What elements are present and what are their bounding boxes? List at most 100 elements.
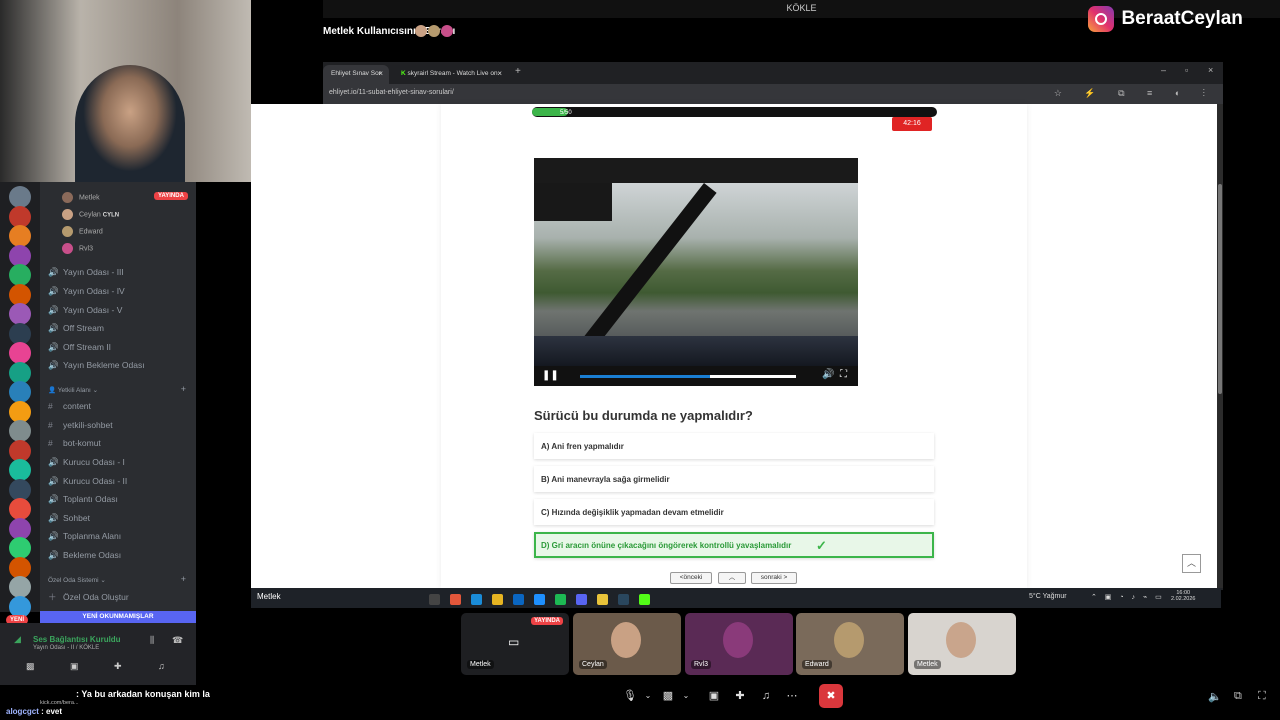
noise-suppression-icon[interactable]: ⫼ — [150, 635, 154, 646]
channel-yayin-odasi-iii[interactable]: 🔊 Yayın Odası - III — [48, 267, 124, 278]
tab-ehliyet[interactable]: Ehliyet Sınav Sor × — [323, 65, 389, 84]
server-icon[interactable] — [9, 186, 31, 208]
participant-tile-edward[interactable]: Edward — [796, 613, 904, 675]
store-icon[interactable] — [513, 594, 524, 605]
volume-icon[interactable]: 🔈 — [1208, 690, 1222, 703]
address-bar[interactable]: ehliyet.io/11-subat-ehliyet-sinav-sorula… — [323, 84, 1223, 104]
next-button[interactable]: sonraki > — [751, 572, 797, 584]
channel-bekleme[interactable]: 🔊 Bekleme Odası — [48, 550, 121, 561]
connection-status[interactable]: Ses Bağlantısı Kuruldu — [33, 635, 121, 644]
pause-icon[interactable]: ❚❚ — [542, 370, 559, 381]
participant-tile-ceylan[interactable]: Ceylan — [573, 613, 681, 675]
channel-kurucu-ii[interactable]: 🔊 Kurucu Odası - II — [48, 476, 127, 487]
channel-yayin-odasi-v[interactable]: 🔊 Yayın Odası - V — [48, 305, 122, 316]
server-icon[interactable] — [9, 420, 31, 442]
channel-yayin-bekleme[interactable]: 🔊 Yayın Bekleme Odası — [48, 360, 145, 371]
channel-off-stream-ii[interactable]: 🔊 Off Stream II — [48, 342, 111, 353]
scroll-to-top-button[interactable]: ︿ — [1182, 554, 1201, 573]
prev-button[interactable]: <önceki — [670, 572, 712, 584]
chevron-down-icon[interactable]: ⌄ — [674, 684, 698, 708]
scrollbar[interactable] — [1217, 104, 1223, 588]
clock[interactable]: 16:00 2.02.2026 — [1171, 590, 1195, 602]
maximize-icon[interactable]: ▫ — [1185, 65, 1188, 75]
screen-share-icon[interactable]: ▣ — [702, 684, 726, 708]
add-channel-icon[interactable]: + — [181, 384, 186, 394]
edge-icon[interactable] — [471, 594, 482, 605]
camera-off-icon[interactable]: ▩ — [26, 661, 35, 672]
popout-icon[interactable]: ⧉ — [1234, 690, 1242, 703]
kick-icon[interactable] — [639, 594, 650, 605]
fullscreen-icon[interactable]: ⛶ — [1258, 690, 1266, 703]
voice-user-edward[interactable]: Edward — [62, 226, 103, 237]
server-icon[interactable] — [9, 303, 31, 325]
channel-toplanti[interactable]: 🔊 Toplantı Odası — [48, 494, 118, 505]
question-video[interactable]: ❚❚ 🔊 ⛶ — [534, 158, 858, 386]
toolbar-icons[interactable]: ☆ ⚡ ⧉ ≡ ◐ ⋮ — [1054, 88, 1215, 99]
activities-icon[interactable]: ✚ — [114, 661, 122, 672]
participant-tile-rvl3[interactable]: Rvl3 — [685, 613, 793, 675]
participant-name: Ceylan — [579, 660, 607, 669]
server-icon[interactable] — [9, 576, 31, 598]
server-icon[interactable] — [9, 264, 31, 286]
server-icon[interactable] — [9, 459, 31, 481]
voice-user-name: Rvl3 — [79, 245, 94, 253]
server-icon[interactable] — [9, 381, 31, 403]
scroll-thumb[interactable] — [1218, 184, 1222, 394]
channel-content[interactable]: # content — [48, 401, 91, 411]
voice-user-rvl3[interactable]: Rvl3 — [62, 243, 93, 254]
category-ozel-oda[interactable]: Özel Oda Sistemi ⌄ — [48, 576, 106, 584]
disconnect-button[interactable]: ✖ — [819, 684, 843, 708]
tray-icons[interactable]: ⌃ ▣ ◔ ♪ ⌁ ▭ — [1091, 593, 1165, 601]
url-text[interactable]: ehliyet.io/11-subat-ehliyet-sinav-sorula… — [329, 89, 454, 96]
chevron-up-icon[interactable]: ︿ — [718, 572, 746, 584]
channel-create-room[interactable]: ＋ Özel Oda Oluştur — [48, 591, 129, 603]
channel-sohbet[interactable]: 🔊 Sohbet — [48, 513, 90, 524]
server-icon[interactable] — [9, 225, 31, 247]
soundboard-icon[interactable]: ♫ — [754, 684, 778, 708]
participant-tile-metlek-stream[interactable]: YAYINDA ▭ Metlek — [461, 613, 569, 675]
connection-channel[interactable]: Yayın Odası - II / KÖKLE — [33, 645, 99, 651]
channel-toplanma[interactable]: 🔊 Toplanma Alanı — [48, 531, 121, 542]
new-tab-button[interactable]: + — [515, 66, 521, 77]
folder-icon[interactable] — [492, 594, 503, 605]
option-d-correct[interactable]: D) Gri aracın önüne çıkacağını öngörerek… — [534, 532, 934, 558]
server-icon[interactable] — [9, 342, 31, 364]
option-c[interactable]: C) Hızında değişiklik yapmadan devam etm… — [534, 499, 934, 525]
voice-user-metlek[interactable]: Metlek — [62, 192, 100, 203]
activities-icon[interactable]: ✚ — [728, 684, 752, 708]
screen-share-icon[interactable]: ▣ — [70, 661, 79, 672]
soundboard-icon[interactable]: ♫ — [158, 661, 165, 671]
steam-icon[interactable] — [618, 594, 629, 605]
close-window-icon[interactable]: × — [1208, 65, 1213, 75]
server-icon[interactable] — [9, 537, 31, 559]
channel-kurucu-i[interactable]: 🔊 Kurucu Odası - I — [48, 457, 125, 468]
category-yetkili[interactable]: 👤 Yetkili Alanı ⌄ — [48, 386, 98, 394]
minimize-icon[interactable]: – — [1161, 65, 1166, 75]
channel-yayin-odasi-iv[interactable]: 🔊 Yayın Odası - IV — [48, 286, 125, 297]
video-seek-bar[interactable] — [580, 375, 796, 378]
app-icon[interactable] — [450, 594, 461, 605]
disconnect-icon[interactable]: ☎ — [172, 635, 183, 646]
weather-widget[interactable]: 5°C Yağmur — [1029, 593, 1067, 600]
option-b[interactable]: B) Ani manevrayla sağa girmelidir — [534, 466, 934, 492]
add-channel-icon[interactable]: + — [181, 574, 186, 584]
new-unreads-bar[interactable]: YENİ OKUNMAMIŞLAR — [40, 611, 196, 623]
channel-yetkili-sohbet[interactable]: # yetkili-sohbet — [48, 420, 113, 430]
spotify-icon[interactable] — [555, 594, 566, 605]
volume-icon[interactable]: 🔊 — [822, 369, 834, 380]
fullscreen-icon[interactable]: ⛶ — [840, 369, 847, 380]
channel-bot-komut[interactable]: # bot-komut — [48, 438, 101, 448]
server-icon[interactable] — [9, 498, 31, 520]
voice-user-ceylan[interactable]: Ceylan CYLN — [62, 209, 119, 220]
discord-icon[interactable] — [576, 594, 587, 605]
channel-off-stream[interactable]: 🔊 Off Stream — [48, 323, 104, 334]
close-icon[interactable]: × — [497, 69, 502, 78]
mail-icon[interactable] — [534, 594, 545, 605]
option-a[interactable]: A) Ani fren yapmalıdır — [534, 433, 934, 459]
more-icon[interactable]: ⋯ — [780, 684, 804, 708]
close-icon[interactable]: × — [378, 69, 383, 78]
chrome-icon[interactable] — [597, 594, 608, 605]
participant-tile-metlek-cam[interactable]: Metlek — [908, 613, 1016, 675]
tab-stream[interactable]: K skyrairl Stream - Watch Live on × — [393, 65, 508, 84]
taskview-icon[interactable] — [429, 594, 440, 605]
